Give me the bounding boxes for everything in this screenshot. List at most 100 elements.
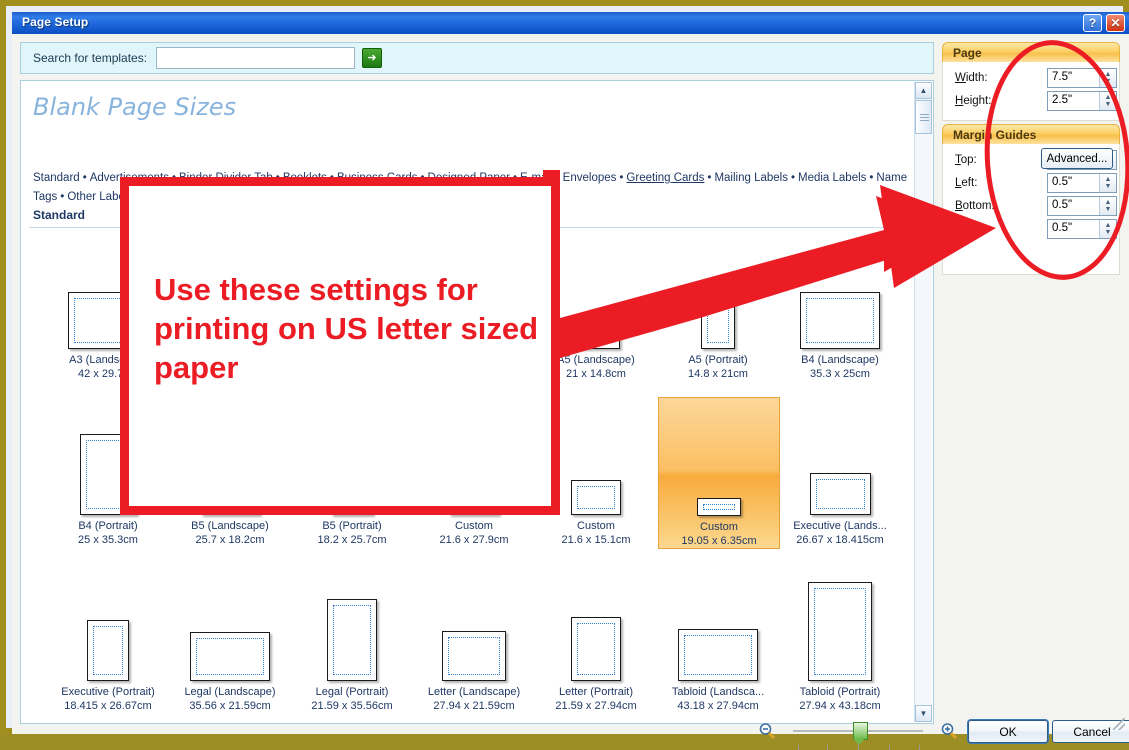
page-size-item[interactable]: A4 (Landscape) 29.7 x 21cm [292, 231, 412, 381]
zoom-out-icon[interactable] [758, 722, 776, 740]
category-separator: • [707, 172, 712, 184]
search-input[interactable] [156, 47, 355, 69]
advanced-button[interactable]: Advanced... [1041, 148, 1113, 169]
page-size-name: A4 (Landscape) [313, 354, 391, 366]
category-link-envelopes[interactable]: Envelopes [563, 172, 617, 184]
category-link-posters[interactable]: Posters [278, 191, 317, 203]
margin-label-b: Bottom: [955, 200, 995, 212]
close-icon[interactable]: ✕ [1106, 14, 1125, 32]
category-link-postcards[interactable]: Postcards [217, 191, 268, 203]
page-size-item[interactable]: A3 (Landscape) 42 x 29.7cm [48, 231, 168, 381]
spinner-arrows-icon[interactable]: ▲▼ [1099, 174, 1116, 192]
category-link-mailing-labels[interactable]: Mailing Labels [714, 172, 788, 184]
page-size-dimensions: 35.3 x 25cm [810, 368, 870, 380]
page-thumbnail-wrap [48, 397, 168, 515]
margin-guides-group: Margin Guides Top:0.5"▲▼Left:0.5"▲▼Botto… [942, 124, 1120, 275]
margin-value[interactable]: 0.5" [1052, 222, 1072, 234]
ok-button[interactable]: OK [968, 720, 1048, 743]
page-thumbnail-icon [800, 292, 880, 349]
page-field-row: Width: 7.5" ▲ ▼ [947, 68, 1117, 91]
category-link-photo-paper[interactable]: Photo Paper [143, 191, 207, 203]
page-group-title: Page [953, 45, 982, 60]
page-thumbnail-icon [571, 480, 621, 515]
page-size-item[interactable]: Executive (Lands... 26.67 x 18.415cm [780, 397, 900, 547]
page-field-row: Height: 2.5" ▲ ▼ [947, 91, 1117, 114]
page-size-item[interactable]: Letter (Landscape) 27.94 x 21.59cm [414, 563, 534, 713]
category-separator: • [271, 191, 276, 203]
section-divider [29, 227, 917, 228]
category-link-e-mail[interactable]: E-mail [520, 172, 553, 184]
margin-value[interactable]: 0.5" [1052, 199, 1072, 211]
margin-value[interactable]: 0.5" [1052, 176, 1072, 188]
page-size-item[interactable]: A5 (Landscape) 21 x 14.8cm [536, 231, 656, 381]
category-separator: • [82, 172, 87, 184]
page-spinner-w[interactable]: 7.5" ▲ ▼ [1047, 68, 1117, 88]
page-size-name: A5 (Portrait) [688, 354, 748, 366]
category-link-greeting-cards[interactable]: Greeting Cards [626, 172, 704, 184]
page-thumbnail-icon [327, 599, 377, 681]
scrollbar-thumb[interactable] [915, 100, 932, 134]
margin-group-body: Top:0.5"▲▼Left:0.5"▲▼Bottom:0.5"▲▼Right:… [942, 144, 1120, 275]
page-size-item[interactable]: Legal (Portrait) 21.59 x 35.56cm [292, 563, 412, 713]
page-size-dimensions: 26.67 x 18.415cm [796, 534, 884, 546]
resize-grip-icon[interactable] [1113, 718, 1125, 730]
scroll-up-icon[interactable]: ▲ [915, 82, 932, 99]
category-link-other-labels[interactable]: Other Labels [67, 191, 133, 203]
margin-label-l: Left: [955, 177, 978, 189]
category-link-standard[interactable]: Standard [33, 172, 80, 184]
page-size-item[interactable]: B5 (Portrait) 18.2 x 25.7cm [292, 397, 412, 547]
category-link-booklets[interactable]: Booklets [283, 172, 327, 184]
page-size-name: B5 (Landscape) [191, 520, 269, 532]
page-size-item[interactable]: A5 (Portrait) 14.8 x 21cm [658, 231, 778, 381]
category-link-designed-paper[interactable]: Designed Paper [428, 172, 510, 184]
spinner-arrows-icon[interactable]: ▲▼ [1099, 220, 1116, 238]
page-size-name: Executive (Portrait) [61, 686, 155, 698]
page-size-item[interactable]: Custom 21.6 x 15.1cm [536, 397, 656, 547]
category-link-small-publications[interactable]: Small Publications [327, 191, 421, 203]
zoom-slider-knob[interactable] [853, 722, 868, 745]
page-thumbnail-wrap [658, 231, 778, 349]
page-size-item[interactable]: Tabloid (Portrait) 27.94 x 43.18cm [780, 563, 900, 713]
window-controls: ? ✕ [1083, 14, 1125, 32]
zoom-slider[interactable] [793, 722, 923, 750]
page-thumbnail-icon [808, 582, 872, 681]
page-size-item[interactable]: B5 (Landscape) 25.7 x 18.2cm [170, 397, 290, 547]
spinner-arrows-icon[interactable]: ▲▼ [1099, 197, 1116, 215]
page-thumbnail-icon [678, 629, 758, 681]
page-size-item[interactable]: Executive (Portrait) 18.415 x 26.67cm [48, 563, 168, 713]
margin-spinner-b[interactable]: 0.5" ▲ ▼ [1047, 196, 1117, 216]
category-separator: • [210, 191, 215, 203]
page-size-dimensions: 14.8 x 21cm [688, 368, 748, 380]
category-link-media-labels[interactable]: Media Labels [798, 172, 866, 184]
page-size-item[interactable]: Letter (Portrait) 21.59 x 27.94cm [536, 563, 656, 713]
margin-spinner-l[interactable]: 0.5" ▲ ▼ [1047, 173, 1117, 193]
page-size-item[interactable]: Tabloid (Landsca... 43.18 x 27.94cm [658, 563, 778, 713]
scroll-down-icon[interactable]: ▼ [915, 705, 932, 722]
page-value[interactable]: 2.5" [1052, 94, 1072, 106]
margin-spinner-r[interactable]: 0.5" ▲ ▼ [1047, 219, 1117, 239]
page-size-item[interactable]: Legal (Landscape) 35.56 x 21.59cm [170, 563, 290, 713]
search-go-button[interactable]: ➜ [362, 48, 382, 68]
page-size-item[interactable]: A3 (Portrait) 29.7 x 42cm [170, 231, 290, 381]
page-size-item[interactable]: Custom 21.6 x 27.9cm [414, 397, 534, 547]
gallery-scrollbar[interactable]: ▲ ▼ [914, 82, 932, 722]
category-links[interactable]: Standard • Advertisements • Binder Divider T… [33, 169, 909, 207]
page-size-item[interactable]: A4 (Portrait) 21 x 29.7cm [414, 231, 534, 381]
page-spinner-h[interactable]: 2.5" ▲ ▼ [1047, 91, 1117, 111]
page-size-name: Custom [577, 520, 615, 532]
page-size-dimensions: 29.7 x 21cm [322, 368, 382, 380]
spinner-arrows-icon[interactable]: ▲▼ [1099, 92, 1116, 110]
page-size-item[interactable]: B4 (Portrait) 25 x 35.3cm [48, 397, 168, 547]
category-link-web-sites[interactable]: Web Sites [431, 191, 483, 203]
help-icon[interactable]: ? [1083, 14, 1102, 32]
page-thumbnail-icon [701, 301, 735, 349]
category-link-advertisements[interactable]: Advertisements [90, 172, 169, 184]
page-size-item[interactable]: Custom 19.05 x 6.35cm [658, 397, 780, 549]
zoom-in-icon[interactable] [940, 722, 958, 740]
page-size-item[interactable]: B4 (Landscape) 35.3 x 25cm [780, 231, 900, 381]
page-thumbnail-icon [196, 252, 264, 349]
category-link-business-cards[interactable]: Business Cards [337, 172, 418, 184]
category-link-binder-divider-tab[interactable]: Binder Divider Tab [179, 172, 273, 184]
page-value[interactable]: 7.5" [1052, 71, 1072, 83]
spinner-arrows-icon[interactable]: ▲▼ [1099, 69, 1116, 87]
